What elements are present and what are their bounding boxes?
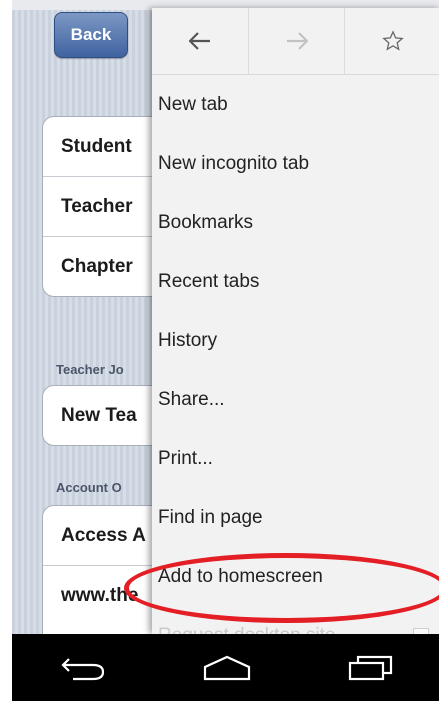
menu-item-new-incognito-tab[interactable]: New incognito tab (152, 134, 439, 193)
menu-item-share[interactable]: Share... (152, 370, 439, 429)
android-nav-bar (12, 634, 439, 701)
menu-item-add-to-homescreen[interactable]: Add to homescreen (152, 547, 439, 606)
arrow-left-icon[interactable] (152, 8, 249, 74)
back-button[interactable]: Back (54, 12, 128, 58)
section-label-teacher: Teacher Jo (56, 362, 124, 377)
section-label-account: Account O (56, 480, 122, 495)
phone-screen: Back Student Teacher Chapter Teacher Jo … (12, 0, 439, 701)
menu-item-recent-tabs[interactable]: Recent tabs (152, 252, 439, 311)
arrow-right-icon[interactable] (249, 8, 346, 74)
nav-recents-icon[interactable] (325, 638, 415, 698)
menu-item-print[interactable]: Print... (152, 429, 439, 488)
menu-item-bookmarks[interactable]: Bookmarks (152, 193, 439, 252)
nav-home-icon[interactable] (182, 638, 272, 698)
nav-back-icon[interactable] (39, 638, 129, 698)
menu-item-find-in-page[interactable]: Find in page (152, 488, 439, 547)
menu-item-label: Request desktop site (158, 625, 335, 635)
menu-toolbar (152, 8, 439, 75)
menu-item-history[interactable]: History (152, 311, 439, 370)
menu-item-request-desktop-site[interactable]: Request desktop site (152, 606, 439, 634)
star-icon[interactable] (345, 8, 439, 74)
menu-item-new-tab[interactable]: New tab (152, 75, 439, 134)
browser-overflow-menu: New tab New incognito tab Bookmarks Rece… (152, 8, 439, 634)
